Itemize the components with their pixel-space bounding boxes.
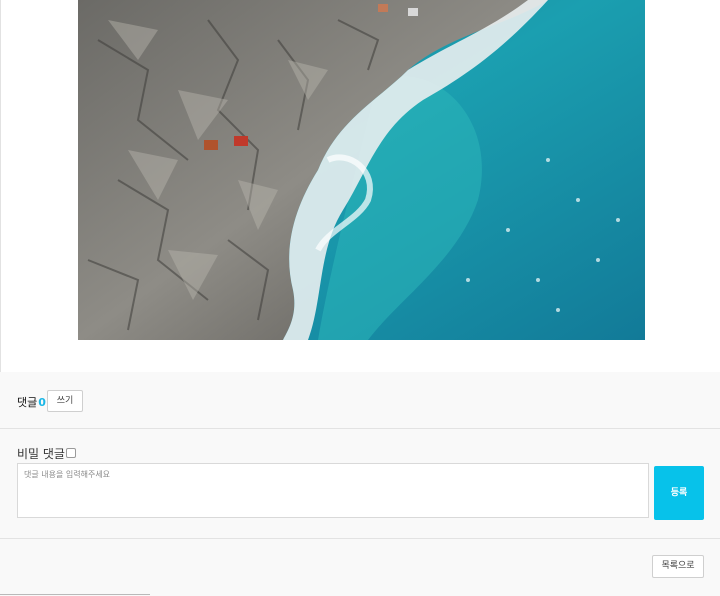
comment-header: 댓글0 쓰기 bbox=[0, 372, 720, 429]
secret-comment-label: 비밀 댓글 bbox=[17, 447, 65, 461]
comment-label: 댓글 bbox=[17, 396, 38, 409]
divider bbox=[0, 594, 150, 595]
comment-title: 댓글0 bbox=[17, 394, 46, 410]
post-image-area bbox=[0, 0, 720, 372]
comment-textarea[interactable]: 댓글 내용을 입력해주세요 bbox=[17, 463, 649, 518]
back-to-list-button[interactable]: 목록으로 bbox=[652, 555, 704, 578]
write-comment-button[interactable]: 쓰기 bbox=[47, 390, 83, 412]
comment-form: 비밀 댓글 댓글 내용을 입력해주세요 등록 bbox=[0, 429, 720, 539]
coastal-rocks-photo bbox=[78, 0, 645, 340]
comment-count: 0 bbox=[38, 396, 46, 409]
list-footer: 목록으로 bbox=[0, 539, 720, 596]
secret-comment-checkbox[interactable] bbox=[66, 448, 76, 458]
submit-comment-button[interactable]: 등록 bbox=[654, 466, 704, 520]
